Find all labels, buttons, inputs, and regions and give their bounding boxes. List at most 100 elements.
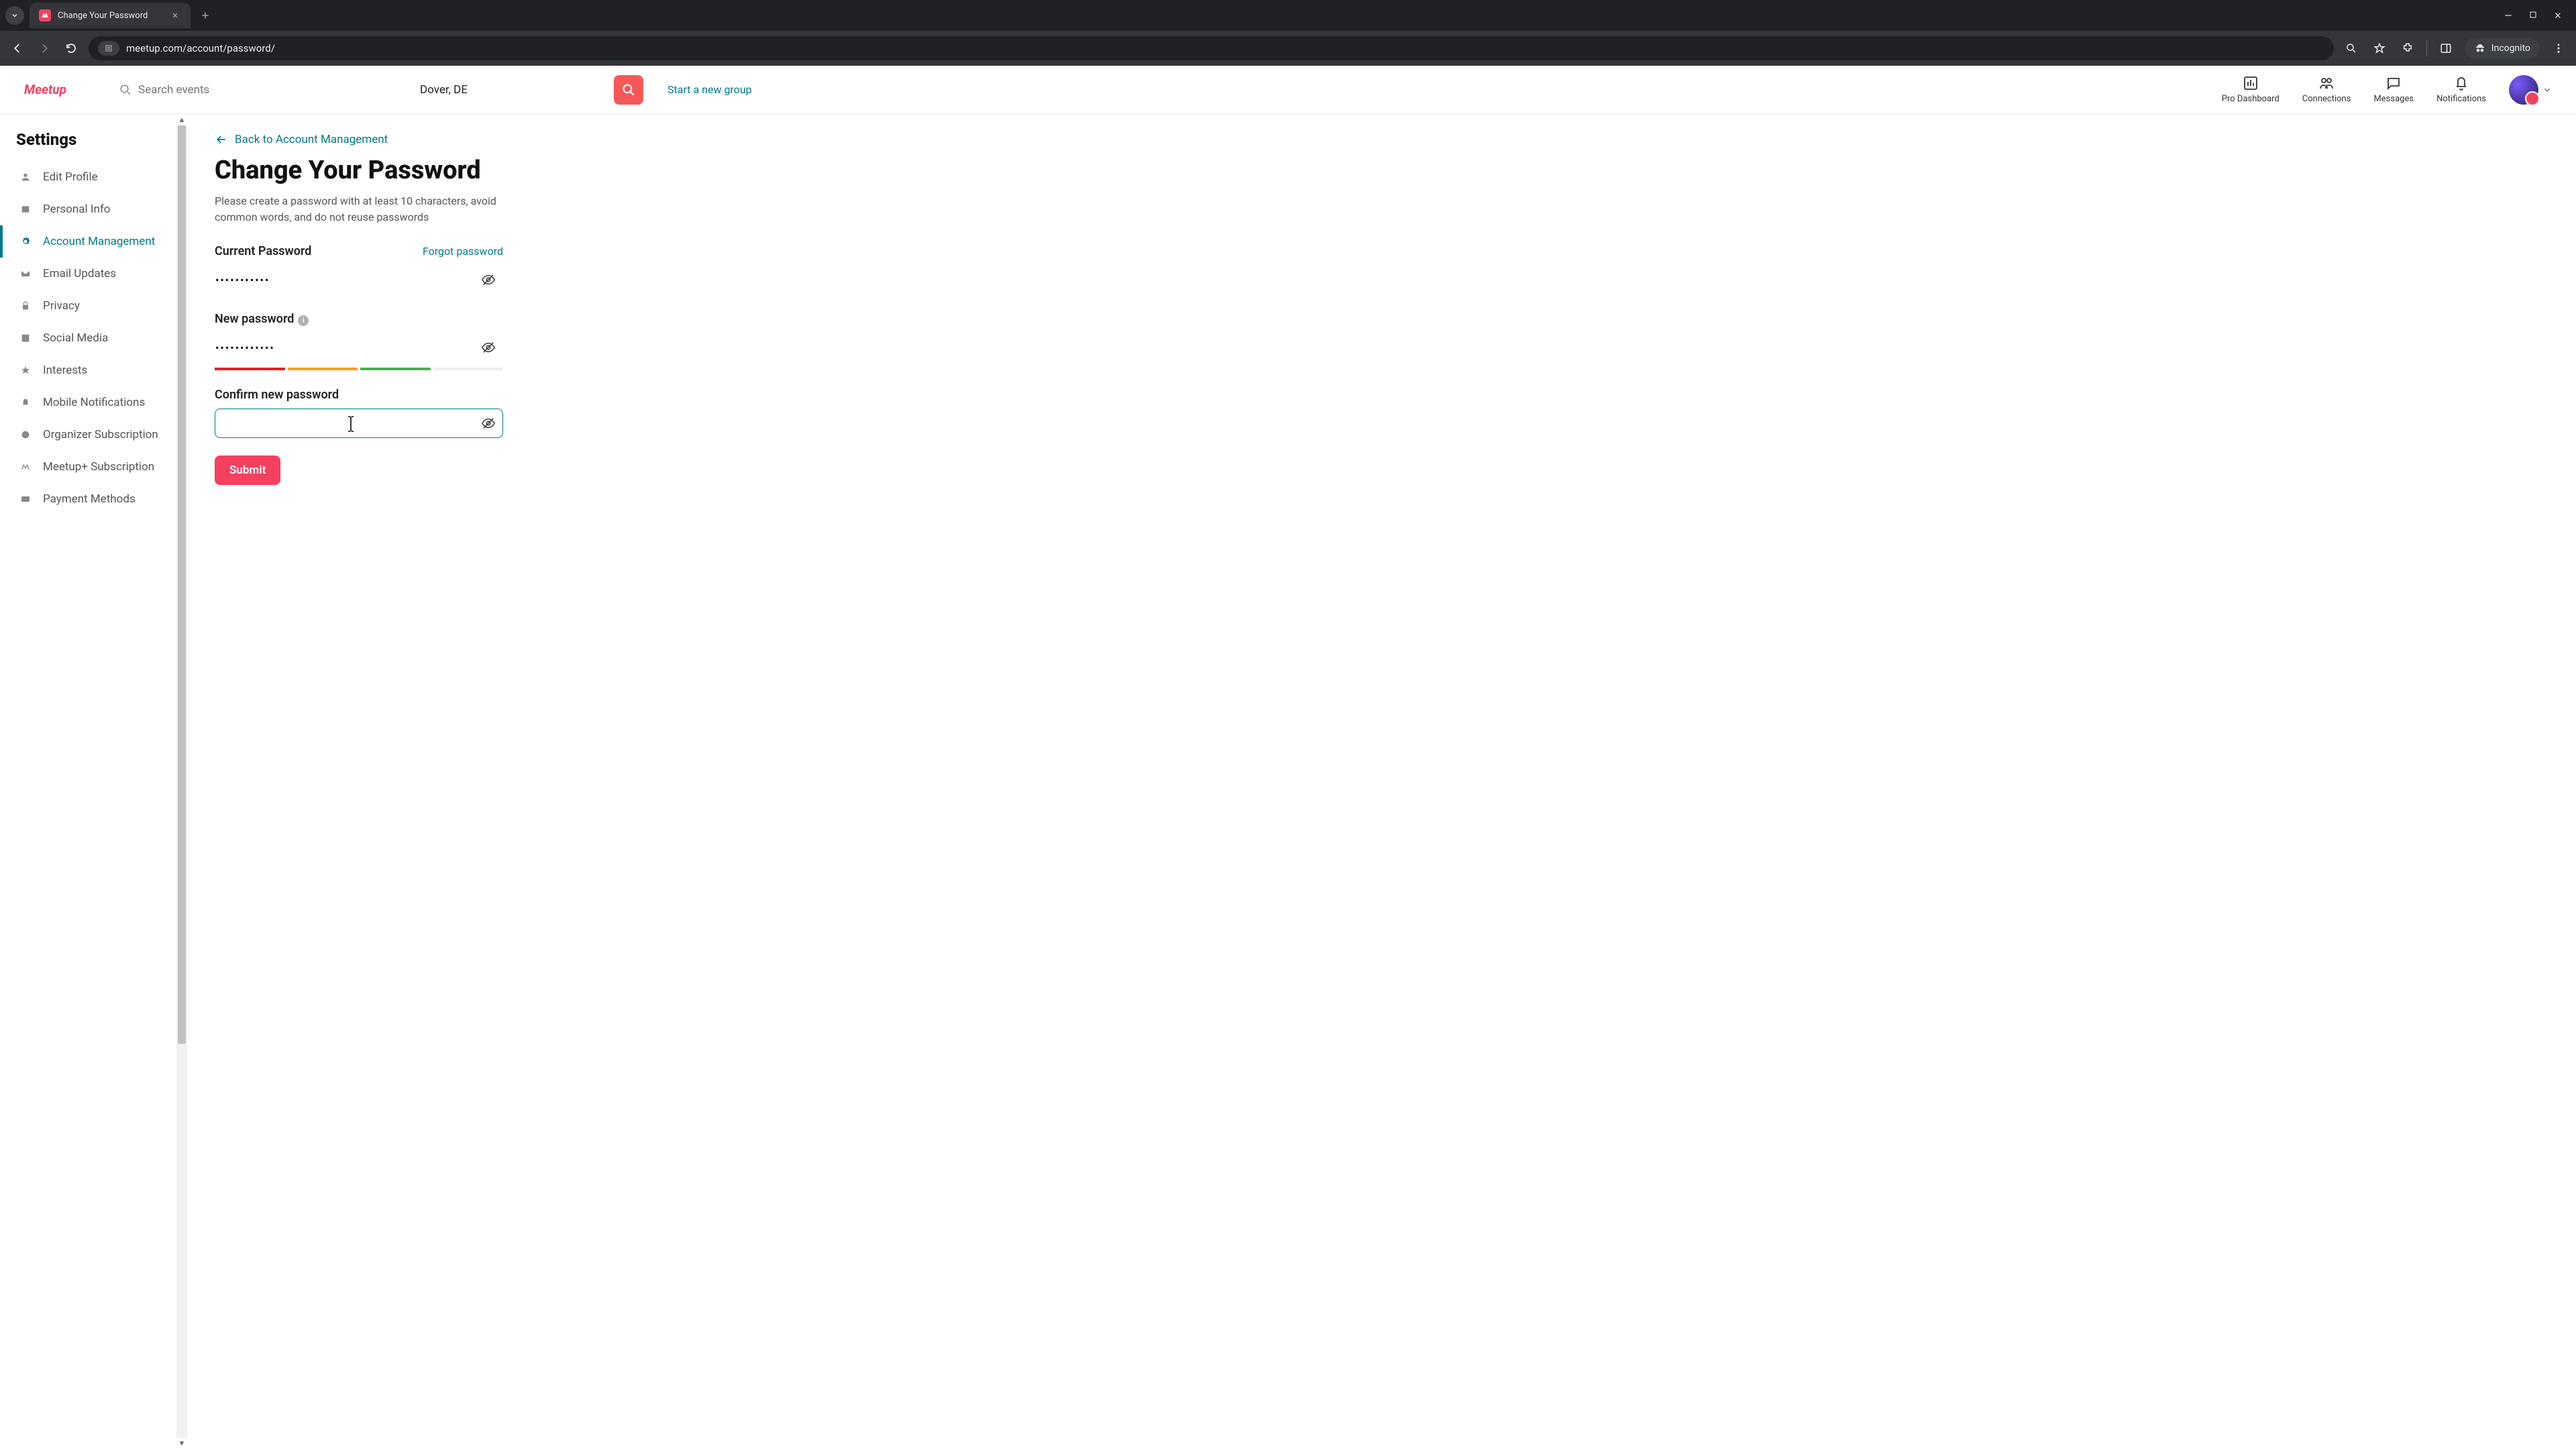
info-icon[interactable]: i — [298, 315, 309, 326]
new-password-input[interactable] — [215, 341, 502, 354]
search-events[interactable] — [119, 83, 321, 97]
scroll-track[interactable] — [176, 125, 187, 1438]
current-password-field-wrap — [215, 265, 503, 294]
nav-connections[interactable]: Connections — [2302, 75, 2351, 104]
forgot-password-link[interactable]: Forgot password — [423, 245, 503, 258]
current-password-label: Current Password — [215, 244, 311, 258]
sidebar-item-social-media[interactable]: Social Media — [0, 322, 187, 354]
meetup-favicon — [39, 9, 51, 21]
extensions-icon[interactable] — [2398, 39, 2417, 58]
tab-title: Change Your Password — [58, 11, 162, 21]
sidebar-item-meetup-plus-subscription[interactable]: Meetup+ Subscription — [0, 451, 187, 483]
url-bar[interactable]: meetup.com/account/password/ — [89, 36, 2334, 60]
sidebar-title: Settings — [16, 130, 187, 149]
tab-close-button[interactable] — [169, 9, 181, 21]
site-info-icon[interactable] — [98, 41, 119, 56]
page-title: Change Your Password — [215, 156, 2549, 185]
submit-button[interactable]: Submit — [215, 455, 280, 485]
star-icon — [19, 365, 32, 376]
minimize-button[interactable] — [2504, 11, 2513, 20]
scroll-up-arrow[interactable]: ▲ — [177, 114, 187, 125]
location-text[interactable]: Dover, DE — [420, 83, 468, 97]
page: Meetup Dover, DE Start a new group Pro D… — [0, 66, 2576, 1449]
back-to-account-link[interactable]: Back to Account Management — [215, 133, 2549, 146]
confirm-password-block: Confirm new password — [215, 388, 503, 438]
bookmark-icon[interactable] — [2370, 39, 2389, 58]
arrow-left-icon — [215, 133, 228, 146]
mail-icon — [19, 268, 32, 279]
strength-segment-weak — [215, 368, 285, 370]
header-nav: Pro Dashboard Connections Messages Notif… — [2222, 75, 2552, 105]
sidebar-item-organizer-subscription[interactable]: Organizer Subscription — [0, 419, 187, 451]
scroll-down-arrow[interactable]: ▼ — [177, 1438, 187, 1449]
messages-icon — [2385, 75, 2402, 91]
current-password-block: Current Password Forgot password — [215, 244, 503, 294]
password-strength-meter — [215, 368, 503, 370]
scroll-thumb[interactable] — [178, 125, 186, 1044]
nav-notifications[interactable]: Notifications — [2436, 75, 2486, 104]
sidebar-item-privacy[interactable]: Privacy — [0, 290, 187, 322]
new-tab-button[interactable] — [196, 6, 215, 25]
browser-chrome: Change Your Password meetup.com/account/… — [0, 0, 2576, 66]
search-button[interactable] — [614, 75, 643, 105]
avatar — [2509, 75, 2538, 105]
user-menu[interactable] — [2509, 75, 2552, 105]
confirm-password-field-wrap — [215, 409, 503, 438]
page-subtitle: Please create a password with at least 1… — [215, 193, 503, 225]
sidebar-item-account-management[interactable]: Account Management — [0, 225, 187, 258]
sidebar-item-payment-methods[interactable]: Payment Methods — [0, 483, 187, 515]
new-password-block: New passwordi — [215, 312, 503, 370]
meetup-logo[interactable]: Meetup — [24, 79, 91, 101]
sidebar-item-email-updates[interactable]: Email Updates — [0, 258, 187, 290]
nav-pro-dashboard[interactable]: Pro Dashboard — [2222, 75, 2279, 104]
lock-icon — [19, 301, 32, 311]
connections-icon — [2318, 75, 2334, 91]
sidebar-item-personal-info[interactable]: Personal Info — [0, 193, 187, 225]
sidebar-scrollbar[interactable]: ▲ ▼ — [176, 114, 187, 1449]
sidebar-item-edit-profile[interactable]: Edit Profile — [0, 161, 187, 193]
toggle-visibility-icon[interactable] — [481, 272, 496, 287]
meetup-plus-icon — [19, 462, 32, 472]
dashboard-icon — [2243, 75, 2259, 91]
toggle-visibility-icon[interactable] — [481, 340, 496, 355]
new-password-field-wrap — [215, 333, 503, 362]
new-password-label: New passwordi — [215, 312, 309, 326]
credit-card-icon — [19, 494, 32, 504]
strength-segment-medium — [288, 368, 358, 370]
confirm-password-label: Confirm new password — [215, 388, 339, 402]
browser-tab[interactable]: Change Your Password — [30, 3, 191, 28]
card-icon — [19, 204, 32, 215]
nav-messages[interactable]: Messages — [2373, 75, 2414, 104]
menu-icon[interactable] — [2549, 39, 2568, 58]
strength-segment-empty — [433, 368, 504, 370]
forward-button[interactable] — [35, 39, 54, 58]
browser-toolbar: meetup.com/account/password/ Incognito — [0, 31, 2576, 66]
main-content: Back to Account Management Change Your P… — [188, 114, 2576, 1449]
incognito-indicator[interactable]: Incognito — [2465, 38, 2540, 58]
sidebar-container: Settings Edit Profile Personal Info Acco… — [0, 114, 188, 1449]
search-input[interactable] — [138, 83, 321, 97]
back-button[interactable] — [8, 39, 27, 58]
person-icon — [19, 172, 32, 182]
badge-icon — [19, 429, 32, 440]
share-icon — [19, 333, 32, 343]
search-icon[interactable] — [2342, 39, 2361, 58]
start-new-group-link[interactable]: Start a new group — [667, 83, 752, 96]
search-icon — [119, 83, 131, 97]
toggle-visibility-icon[interactable] — [481, 416, 496, 431]
current-password-input[interactable] — [215, 274, 502, 286]
settings-sidebar: Settings Edit Profile Personal Info Acco… — [0, 114, 187, 1449]
reload-button[interactable] — [62, 39, 80, 58]
site-header: Meetup Dover, DE Start a new group Pro D… — [0, 66, 2576, 114]
sidebar-item-interests[interactable]: Interests — [0, 354, 187, 386]
maximize-button[interactable] — [2529, 11, 2537, 20]
tab-search-dropdown[interactable] — [5, 6, 24, 25]
sidebar-item-mobile-notifications[interactable]: Mobile Notifications — [0, 386, 187, 419]
bell-icon — [2453, 75, 2469, 91]
close-window-button[interactable] — [2553, 11, 2563, 20]
side-panel-icon[interactable] — [2436, 39, 2455, 58]
confirm-password-input[interactable] — [225, 417, 493, 430]
window-controls — [2504, 11, 2571, 20]
gear-icon — [19, 236, 32, 247]
url-text: meetup.com/account/password/ — [126, 42, 275, 54]
